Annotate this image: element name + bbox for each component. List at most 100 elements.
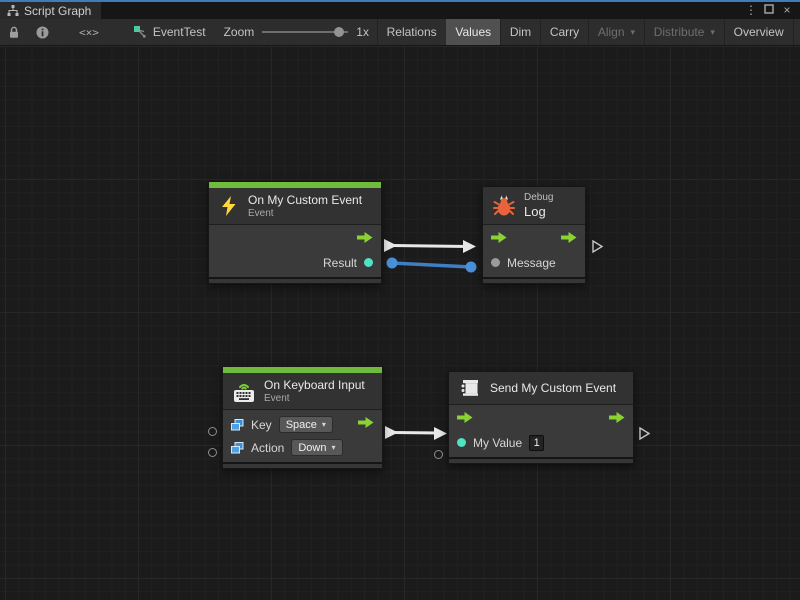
type-icon: [231, 419, 244, 431]
node-body: Message: [483, 225, 585, 277]
zoom-control: Zoom 1x: [216, 19, 377, 45]
value-input-port[interactable]: [457, 438, 466, 447]
graph-asset-icon: [133, 25, 147, 39]
node-title: Send My Custom Event: [490, 381, 616, 395]
node-footer: [483, 277, 585, 283]
node-category: Debug: [524, 192, 553, 203]
node-debug-log[interactable]: Debug Log Message: [482, 186, 586, 284]
graph-name: EventTest: [153, 25, 206, 39]
tab-title: Script Graph: [24, 4, 91, 18]
node-subtitle: Event: [248, 208, 362, 219]
node-header: On Keyboard Input Event: [223, 373, 382, 410]
align-button[interactable]: Align▾: [589, 19, 644, 45]
chevron-down-icon: ▾: [631, 27, 636, 38]
key-dropdown[interactable]: Space ▾: [279, 416, 333, 433]
edit-script-button[interactable]: <×>: [57, 19, 121, 45]
port-row: [449, 408, 633, 431]
port-row: Message: [483, 251, 585, 274]
graph-breadcrumb[interactable]: EventTest: [121, 19, 216, 45]
relations-button[interactable]: Relations: [378, 19, 446, 45]
script-graph-window: Script Graph ⋮ × <×>: [0, 0, 800, 600]
control-output-port[interactable]: [609, 412, 625, 427]
window-maximize-icon[interactable]: [762, 3, 776, 18]
result-port-label: Result: [323, 256, 357, 270]
port-row: My Value 1: [449, 431, 633, 454]
control-input-port[interactable]: [457, 412, 473, 427]
values-button[interactable]: Values: [446, 19, 500, 45]
overview-button[interactable]: Overview: [725, 19, 793, 45]
control-output-port[interactable]: [561, 232, 577, 247]
control-output-port[interactable]: [358, 417, 374, 432]
zoom-value: 1x: [356, 25, 369, 39]
unconnected-value-input[interactable]: [208, 427, 217, 436]
toolbar-right-buttons: Relations Values Dim Carry Align▾ Distri…: [377, 19, 800, 45]
node-body: Key Space ▾ Action D: [223, 410, 382, 462]
value-input-port[interactable]: [491, 258, 500, 267]
node-header: On My Custom Event Event: [209, 188, 381, 225]
graph-toolbar: <×> EventTest Zoom 1x Relations Values: [0, 19, 800, 46]
info-icon: [36, 26, 49, 39]
port-row: Result: [209, 251, 381, 274]
wire-control-customevent-to-log[interactable]: [384, 239, 476, 253]
node-footer: [209, 277, 381, 283]
zoom-slider-handle[interactable]: [334, 27, 344, 37]
keyboard-icon: [232, 380, 256, 403]
my-value-port-label: My Value: [473, 436, 522, 450]
port-row: Action Down ▾: [223, 436, 382, 459]
node-body: Result: [209, 225, 381, 277]
code-icon: <×>: [79, 26, 99, 39]
chevron-down-icon: ▾: [710, 27, 715, 38]
unconnected-value-input[interactable]: [208, 448, 217, 457]
control-output-port[interactable]: [357, 232, 373, 247]
node-title: On My Custom Event: [248, 193, 362, 207]
graph-canvas[interactable]: On My Custom Event Event Result: [0, 46, 800, 600]
node-header: Debug Log: [483, 187, 585, 225]
node-footer: [223, 462, 382, 468]
lock-button[interactable]: [0, 19, 28, 45]
port-row: [483, 228, 585, 251]
chevron-down-icon: ▾: [322, 420, 326, 429]
wire-value-result-to-message[interactable]: [387, 258, 477, 273]
dim-button[interactable]: Dim: [501, 19, 540, 45]
window-close-icon[interactable]: ×: [780, 3, 794, 18]
type-icon: [231, 442, 244, 454]
node-on-my-custom-event[interactable]: On My Custom Event Event Result: [208, 181, 382, 284]
fullscreen-button[interactable]: Full Screen: [793, 19, 800, 45]
zoom-label: Zoom: [224, 25, 255, 39]
control-input-port[interactable]: [491, 232, 507, 247]
key-port-label: Key: [251, 418, 272, 432]
port-row: [209, 228, 381, 251]
graph-hierarchy-icon: [7, 5, 19, 17]
node-header: Send My Custom Event: [449, 372, 633, 405]
port-row: Key Space ▾: [223, 413, 382, 436]
node-title: Log: [524, 204, 553, 219]
bug-icon: [492, 194, 516, 218]
action-port-label: Action: [251, 441, 284, 455]
tab-bar: Script Graph ⋮ ×: [0, 2, 800, 19]
chevron-down-icon: ▾: [331, 443, 335, 452]
unconnected-value-input[interactable]: [434, 450, 443, 459]
wire-control-keyboard-to-sendevent[interactable]: [385, 426, 447, 440]
lightning-bolt-icon: [218, 195, 240, 217]
action-dropdown[interactable]: Down ▾: [291, 439, 342, 456]
tab-script-graph[interactable]: Script Graph: [0, 2, 101, 19]
unconnected-control-output[interactable]: [592, 240, 603, 258]
node-subtitle: Event: [264, 393, 365, 404]
distribute-button[interactable]: Distribute▾: [645, 19, 724, 45]
value-output-port[interactable]: [364, 258, 373, 267]
window-menu-icon[interactable]: ⋮: [744, 3, 758, 18]
window-controls: ⋮ ×: [744, 2, 800, 19]
unconnected-control-output[interactable]: [639, 427, 650, 445]
zoom-slider[interactable]: [262, 26, 348, 38]
my-value-field[interactable]: 1: [529, 435, 544, 451]
carry-button[interactable]: Carry: [541, 19, 588, 45]
inspect-button[interactable]: [28, 19, 57, 45]
node-on-keyboard-input[interactable]: On Keyboard Input Event Key Space ▾: [222, 366, 383, 469]
lock-icon: [8, 26, 20, 39]
node-title: On Keyboard Input: [264, 378, 365, 392]
node-send-my-custom-event[interactable]: Send My Custom Event My Value 1: [448, 371, 634, 464]
node-footer: [449, 457, 633, 463]
node-body: My Value 1: [449, 405, 633, 457]
wires-layer: [0, 46, 800, 600]
custom-event-icon: [458, 377, 482, 399]
